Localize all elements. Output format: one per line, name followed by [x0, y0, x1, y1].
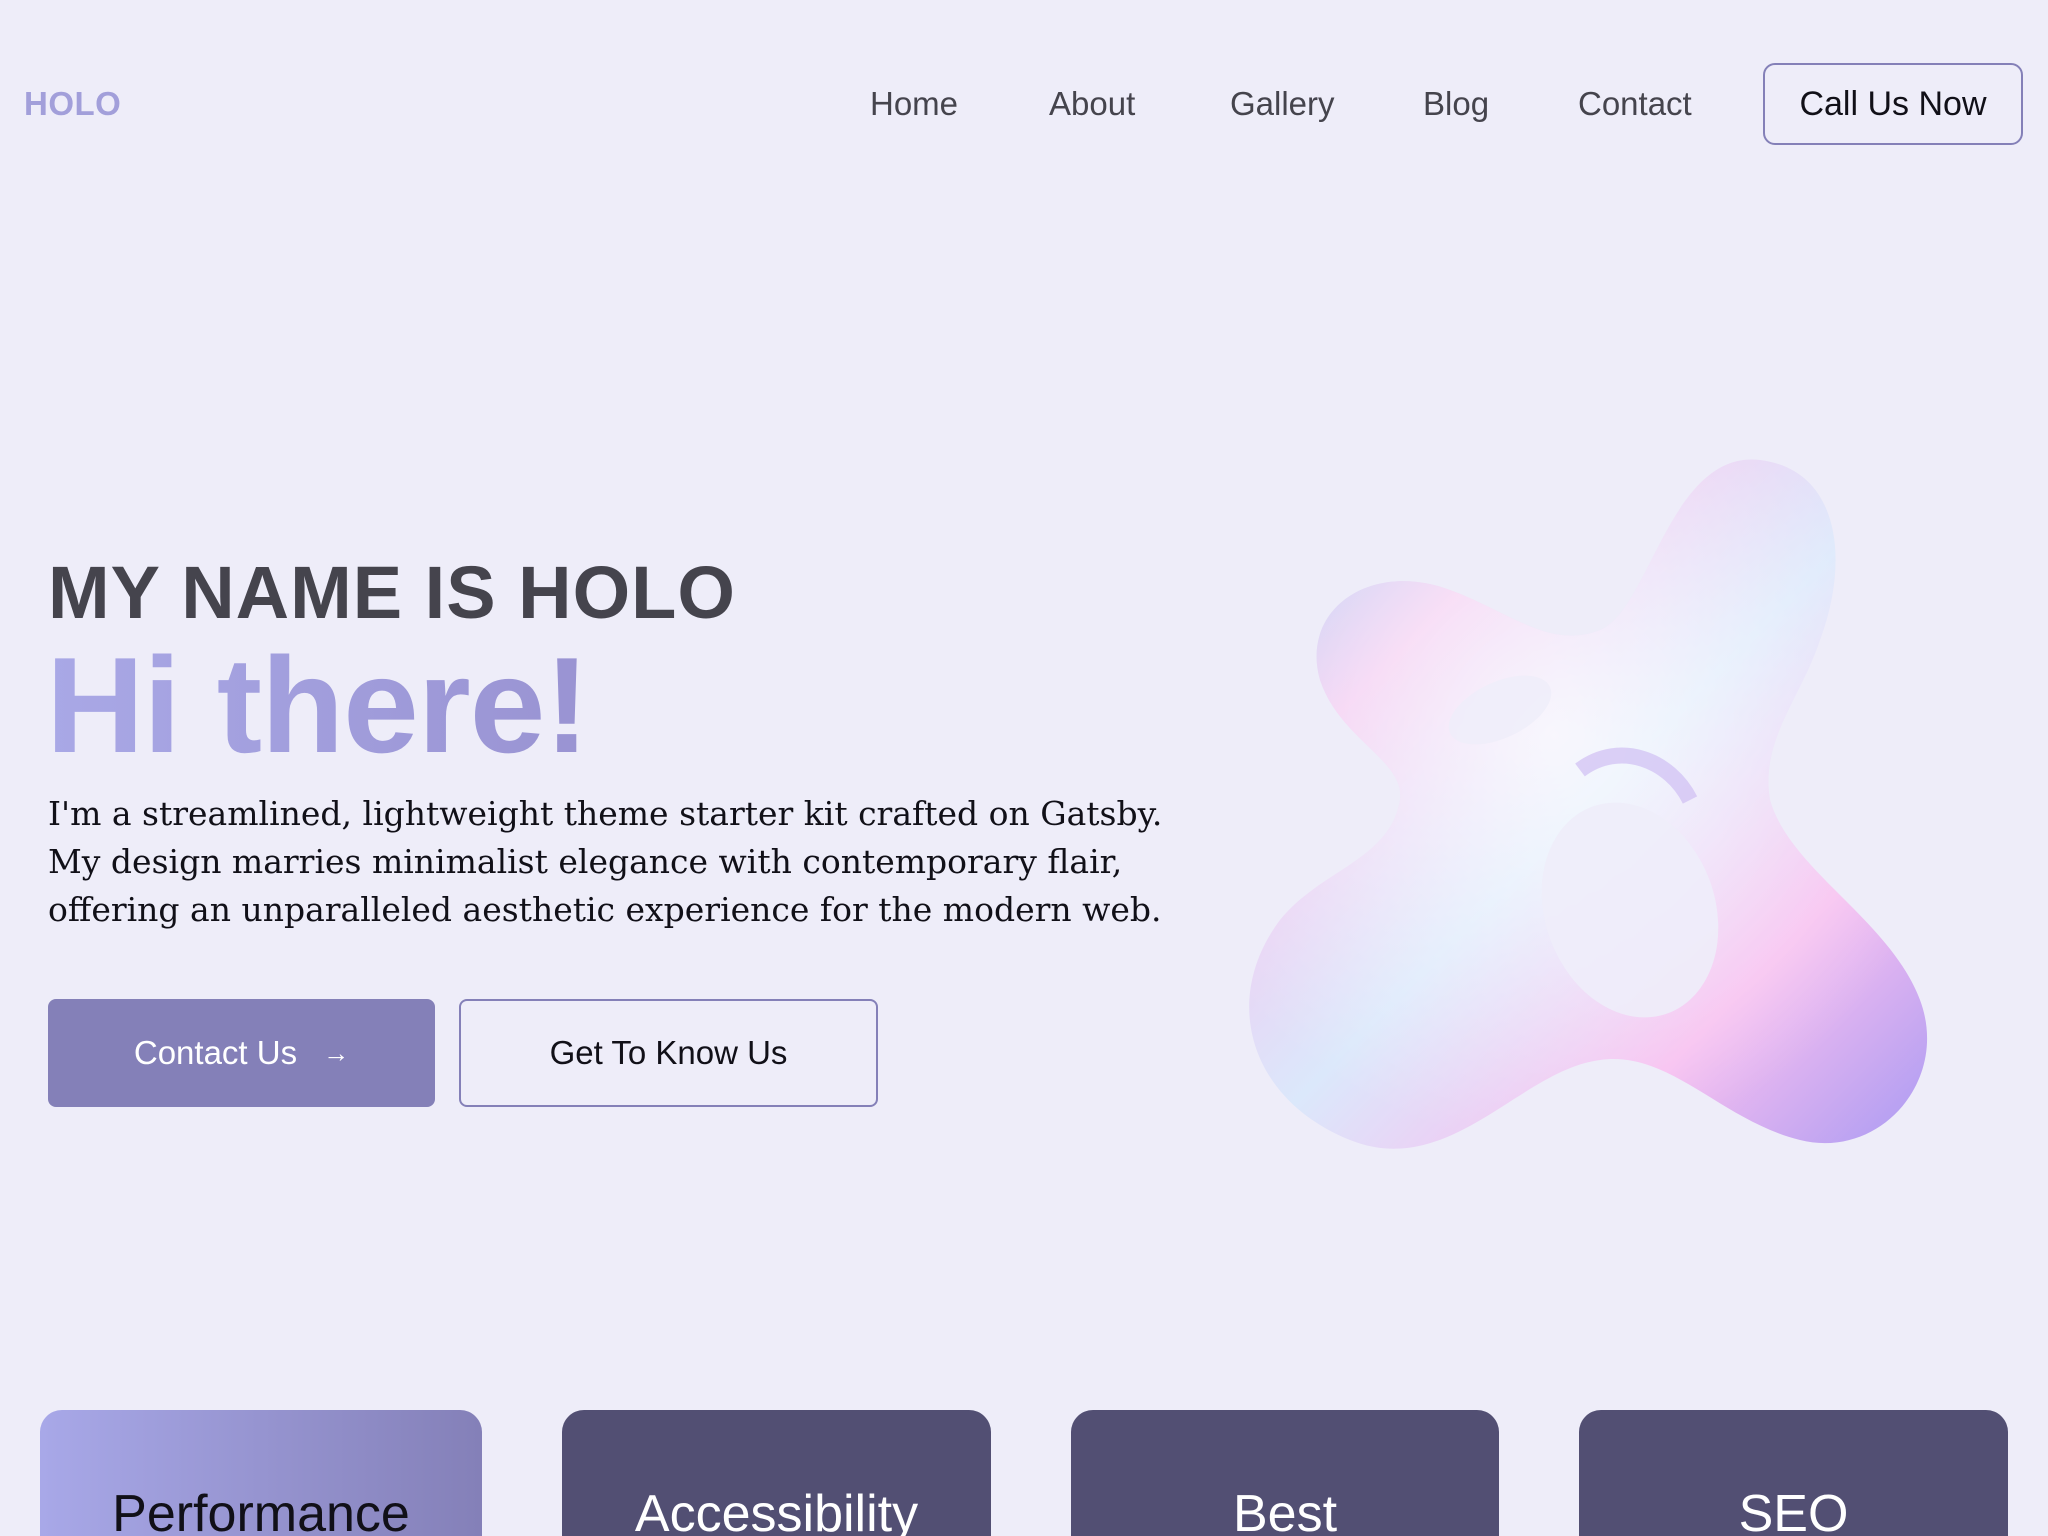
hero-description: I'm a streamlined, lightweight theme sta… [48, 790, 1163, 934]
nav-item-home[interactable]: Home [870, 84, 958, 124]
feature-card-accessibility[interactable]: Accessibility [562, 1410, 991, 1536]
feature-card-label: Performance [112, 1485, 410, 1536]
holographic-blob-image [1249, 459, 1928, 1149]
hero-greeting: Hi there! [46, 629, 590, 781]
hero-description-line: My design marries minimalist elegance wi… [48, 842, 1123, 881]
contact-us-button[interactable]: Contact Us → [48, 999, 435, 1107]
feature-card-seo[interactable]: SEO [1579, 1410, 2008, 1536]
page: HOLO Home About Gallery Blog Contact Cal… [0, 0, 2048, 1536]
hero-description-line: I'm a streamlined, lightweight theme sta… [48, 794, 1163, 833]
arrow-right-icon: → [323, 1037, 350, 1068]
nav-item-about[interactable]: About [1049, 84, 1135, 124]
nav-item-blog[interactable]: Blog [1423, 84, 1489, 124]
nav-item-gallery[interactable]: Gallery [1230, 84, 1335, 124]
main-nav: Home About Gallery Blog Contact [0, 84, 2048, 124]
call-us-now-button[interactable]: Call Us Now [1763, 63, 2023, 145]
feature-card-label: Best [1232, 1485, 1338, 1536]
hero-description-line: offering an unparalleled aesthetic exper… [48, 890, 1162, 929]
get-to-know-us-button[interactable]: Get To Know Us [459, 999, 878, 1107]
nav-item-contact[interactable]: Contact [1578, 84, 1692, 124]
hero-blob-illustration [1200, 440, 1960, 1200]
hero-name-heading: MY NAME IS HOLO [48, 551, 736, 634]
feature-card-label: SEO [1738, 1485, 1849, 1536]
contact-us-button-label: Contact Us [133, 1034, 298, 1071]
feature-card-label: Accessibility [634, 1485, 919, 1536]
feature-card-best[interactable]: Best [1071, 1410, 1499, 1536]
feature-card-performance[interactable]: Performance [40, 1410, 482, 1536]
